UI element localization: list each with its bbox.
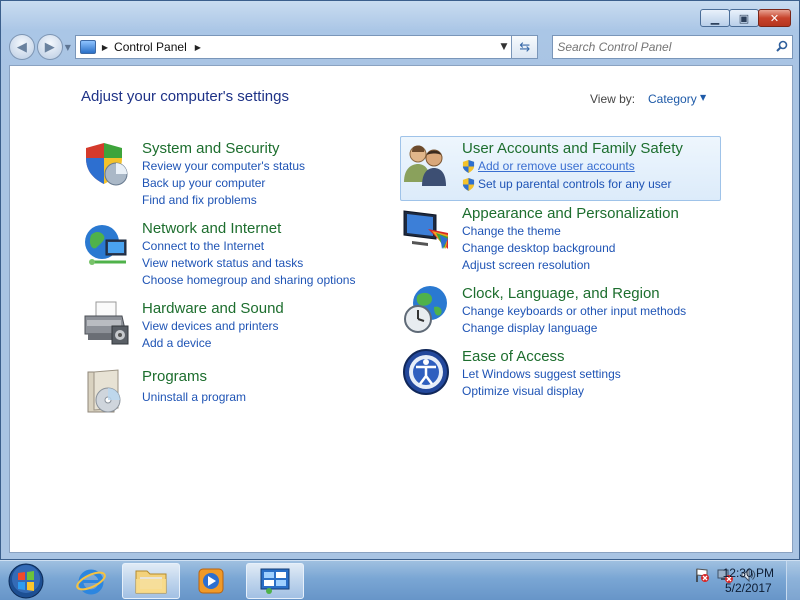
monitor-palette-icon[interactable] [402, 205, 450, 253]
taskbar: 12:30 PM 5/2/2017 [0, 560, 800, 600]
search-box[interactable] [552, 35, 793, 59]
category-title[interactable]: Clock, Language, and Region [462, 285, 660, 302]
link-back-up[interactable]: Back up your computer [142, 176, 265, 190]
minimize-button[interactable]: ▁ [700, 9, 730, 27]
taskbar-internet-explorer[interactable] [62, 563, 120, 599]
link-parental-controls[interactable]: Set up parental controls for any user [462, 177, 671, 191]
clock-globe-icon[interactable] [402, 285, 450, 333]
category-title[interactable]: Appearance and Personalization [462, 205, 679, 222]
search-icon[interactable] [772, 40, 792, 55]
link-devices-printers[interactable]: View devices and printers [142, 319, 279, 333]
content-pane: Adjust your computer's settings View by:… [9, 65, 793, 553]
category-network-internet: Network and Internet Connect to the Inte… [82, 220, 382, 290]
breadcrumb-control-panel[interactable]: Control Panel [114, 40, 187, 54]
folder-icon [135, 570, 167, 594]
category-title[interactable]: System and Security [142, 140, 280, 157]
navigation-bar: ◀ ▶ ▼ ▶ Control Panel ▶ ▼ ⇆ [9, 33, 793, 61]
forward-arrow-icon: ▶ [44, 39, 55, 55]
address-dropdown-icon[interactable]: ▼ [495, 42, 511, 52]
link-find-fix[interactable]: Find and fix problems [142, 193, 257, 207]
network-globe-icon[interactable] [82, 220, 130, 268]
taskbar-media-player[interactable] [182, 563, 240, 599]
uac-shield-icon [462, 178, 475, 191]
link-keyboards[interactable]: Change keyboards or other input methods [462, 304, 686, 318]
recent-pages-dropdown[interactable]: ▼ [65, 43, 71, 52]
category-user-accounts: User Accounts and Family Safety Add or r… [402, 140, 722, 200]
users-icon[interactable] [402, 140, 450, 188]
uac-shield-icon [462, 160, 475, 173]
category-title[interactable]: Ease of Access [462, 348, 565, 365]
link-optimize-display[interactable]: Optimize visual display [462, 384, 584, 398]
start-button-icon[interactable] [6, 562, 46, 600]
link-text[interactable]: Add or remove user accounts [478, 159, 635, 173]
shield-icon[interactable] [82, 140, 130, 188]
link-connect-internet[interactable]: Connect to the Internet [142, 239, 264, 253]
minimize-icon: ▁ [710, 11, 720, 25]
link-review-status[interactable]: Review your computer's status [142, 159, 305, 173]
breadcrumb-arrow-icon[interactable]: ▶ [195, 43, 201, 52]
category-appearance: Appearance and Personalization Change th… [402, 205, 722, 275]
link-uninstall[interactable]: Uninstall a program [142, 390, 246, 404]
link-add-device[interactable]: Add a device [142, 336, 211, 350]
ease-of-access-icon[interactable] [402, 348, 450, 396]
taskbar-control-panel[interactable] [246, 563, 304, 599]
control-panel-icon [260, 568, 290, 594]
media-player-icon [198, 568, 224, 594]
category-title[interactable]: Hardware and Sound [142, 300, 284, 317]
link-screen-resolution[interactable]: Adjust screen resolution [462, 258, 590, 272]
refresh-button[interactable]: ⇆ [512, 35, 539, 59]
category-title[interactable]: User Accounts and Family Safety [462, 140, 683, 157]
maximize-icon: ▣ [738, 11, 750, 25]
link-homegroup[interactable]: Choose homegroup and sharing options [142, 273, 355, 287]
address-bar[interactable]: ▶ Control Panel ▶ ▼ [74, 35, 513, 59]
link-network-status[interactable]: View network status and tasks [142, 256, 303, 270]
search-input[interactable] [553, 37, 772, 57]
category-hardware-sound: Hardware and Sound View devices and prin… [82, 300, 382, 360]
category-title[interactable]: Programs [142, 368, 207, 385]
forward-button[interactable]: ▶ [36, 34, 63, 60]
show-desktop-button[interactable] [786, 561, 800, 600]
link-add-remove-users[interactable]: Add or remove user accounts [462, 159, 635, 173]
caption-buttons: ▁ ▣ ✕ [700, 9, 791, 27]
taskbar-windows-explorer[interactable] [122, 563, 180, 599]
category-programs: Programs Uninstall a program [82, 368, 382, 418]
control-panel-window: ▁ ▣ ✕ ◀ ▶ ▼ ▶ Control Panel ▶ ▼ ⇆ Adjust… [0, 0, 800, 560]
action-center-flag-icon[interactable] [694, 567, 710, 583]
category-title[interactable]: Network and Internet [142, 220, 281, 237]
close-icon: ✕ [769, 11, 780, 25]
close-button[interactable]: ✕ [758, 9, 791, 27]
chevron-down-icon[interactable]: ▼ [700, 93, 706, 102]
internet-explorer-icon [76, 569, 106, 595]
page-title: Adjust your computer's settings [81, 88, 289, 105]
clock[interactable]: 12:30 PM 5/2/2017 [723, 566, 774, 596]
back-button[interactable]: ◀ [9, 34, 35, 60]
back-arrow-icon: ◀ [16, 39, 27, 55]
clock-date: 5/2/2017 [724, 581, 772, 595]
maximize-button[interactable]: ▣ [729, 9, 759, 27]
clock-time: 12:30 PM [722, 566, 774, 580]
category-clock-language: Clock, Language, and Region Change keybo… [402, 285, 722, 345]
control-panel-icon [79, 40, 96, 54]
printer-icon[interactable] [82, 300, 130, 348]
refresh-icon: ⇆ [519, 39, 531, 55]
breadcrumb-arrow-icon[interactable]: ▶ [102, 43, 108, 52]
link-display-language[interactable]: Change display language [462, 321, 597, 335]
view-by-dropdown[interactable]: Category [648, 92, 697, 106]
programs-icon[interactable] [82, 368, 130, 416]
link-text[interactable]: Set up parental controls for any user [478, 177, 671, 191]
link-change-theme[interactable]: Change the theme [462, 224, 561, 238]
view-by-label: View by: [590, 92, 636, 106]
category-ease-of-access: Ease of Access Let Windows suggest setti… [402, 348, 722, 408]
category-system-security: System and Security Review your computer… [82, 140, 382, 210]
link-suggest-settings[interactable]: Let Windows suggest settings [462, 367, 621, 381]
link-desktop-background[interactable]: Change desktop background [462, 241, 615, 255]
